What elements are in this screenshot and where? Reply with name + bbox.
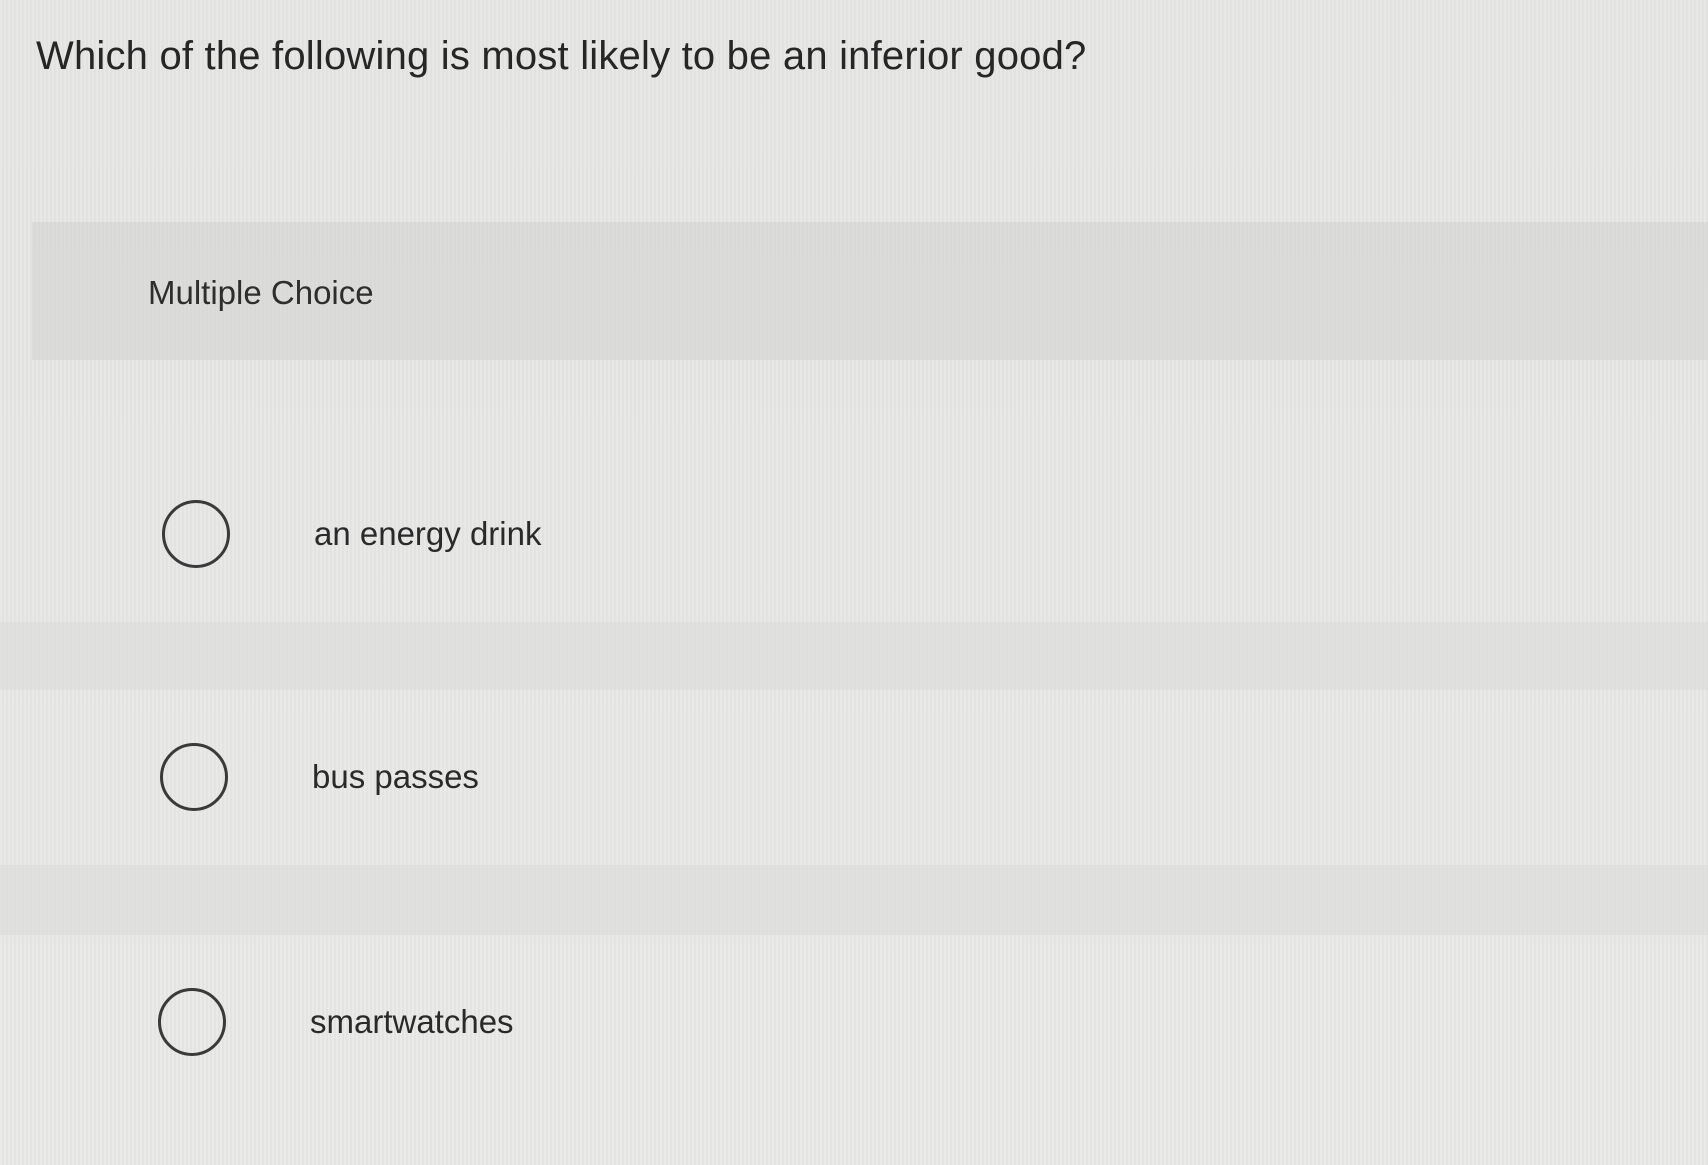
choice-label: an energy drink [314,515,542,552]
choice-option-2[interactable]: bus passes [160,737,479,817]
radio-button-icon[interactable] [158,988,226,1056]
option-divider-band [0,622,1708,690]
multiple-choice-label: Multiple Choice [148,274,374,311]
quiz-page: Which of the following is most likely to… [0,0,1708,1165]
radio-button-icon[interactable] [160,743,228,811]
choice-label: smartwatches [310,1003,514,1040]
question-text: Which of the following is most likely to… [36,34,1087,78]
radio-button-icon[interactable] [162,500,230,568]
choice-option-1[interactable]: an energy drink [162,494,541,574]
choice-label: bus passes [312,758,479,795]
choice-option-3[interactable]: smartwatches [158,982,514,1062]
option-divider-band [0,865,1708,935]
